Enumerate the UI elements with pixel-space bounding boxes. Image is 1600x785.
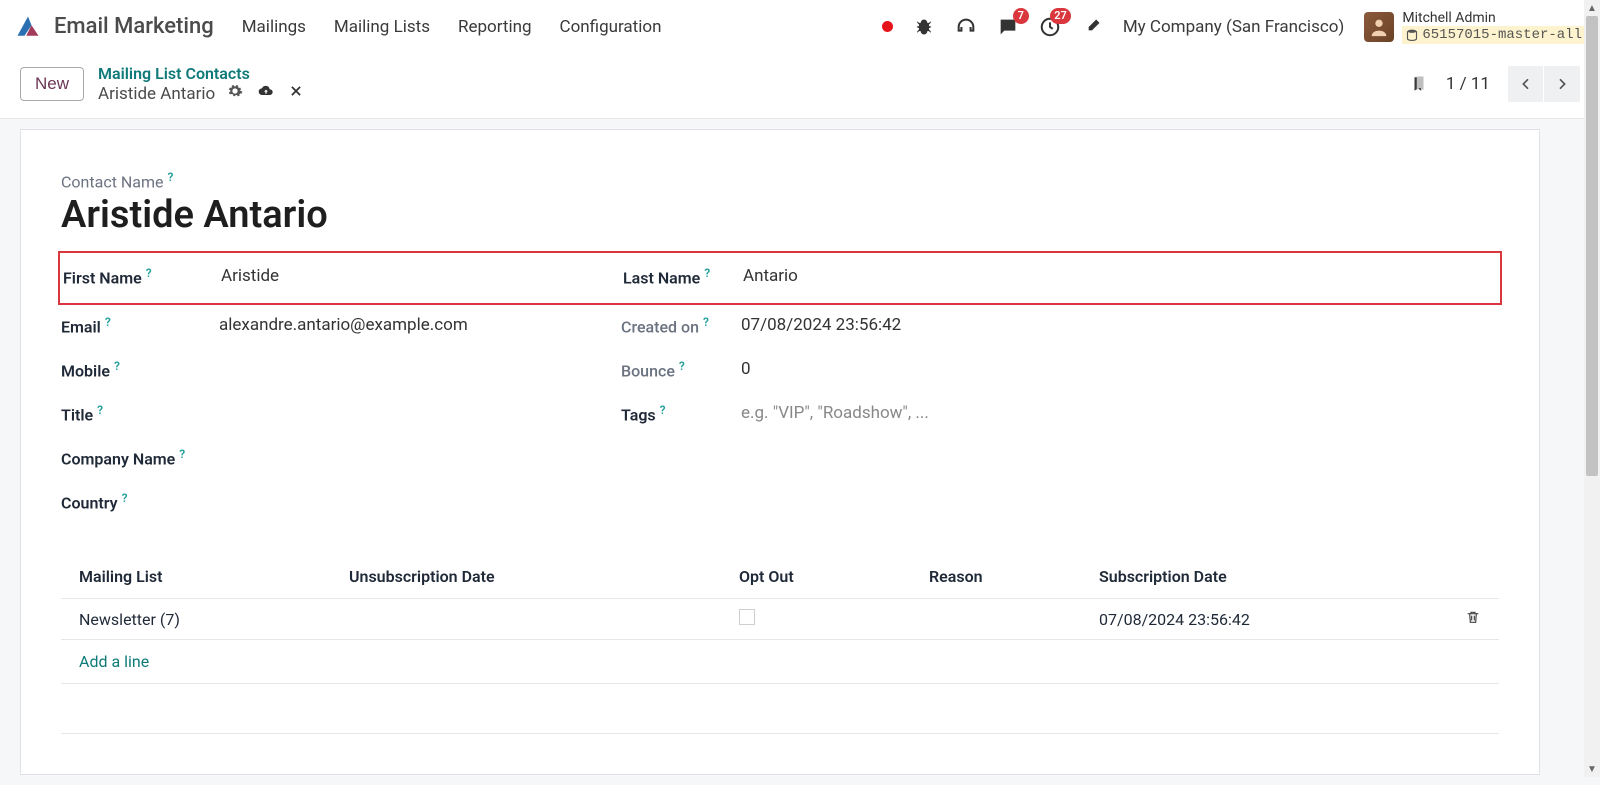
scrollbar-thumb[interactable] bbox=[1586, 16, 1598, 476]
first-name-field[interactable]: Aristide bbox=[221, 266, 593, 286]
help-icon[interactable]: ? bbox=[660, 403, 666, 417]
breadcrumb-parent[interactable]: Mailing List Contacts bbox=[98, 64, 303, 83]
breadcrumb-current: Aristide Antario bbox=[98, 84, 215, 104]
topbar: Email Marketing Mailings Mailing Lists R… bbox=[0, 0, 1600, 54]
support-icon[interactable] bbox=[955, 16, 977, 38]
cloud-upload-icon[interactable] bbox=[257, 83, 275, 104]
activities-icon[interactable]: 27 bbox=[1039, 16, 1061, 38]
avatar bbox=[1364, 12, 1394, 42]
scroll-down-icon[interactable]: ▼ bbox=[1584, 761, 1600, 777]
mobile-label: Mobile bbox=[61, 362, 110, 381]
pager-next-button[interactable] bbox=[1544, 66, 1580, 102]
help-icon[interactable]: ? bbox=[122, 491, 128, 505]
contact-name-field[interactable]: Aristide Antario bbox=[61, 193, 1499, 237]
messages-icon[interactable]: 7 bbox=[997, 16, 1019, 38]
cell-subscription-date[interactable]: 07/08/2024 23:56:42 bbox=[1099, 610, 1441, 629]
pager-text[interactable]: 1 / 11 bbox=[1446, 74, 1490, 94]
email-label: Email bbox=[61, 318, 101, 337]
discard-icon[interactable] bbox=[289, 83, 303, 104]
main-menu: Mailings Mailing Lists Reporting Configu… bbox=[242, 17, 662, 37]
gear-icon[interactable] bbox=[227, 83, 243, 104]
help-icon[interactable]: ? bbox=[679, 359, 685, 373]
help-icon[interactable]: ? bbox=[146, 266, 152, 280]
cell-mailing-list[interactable]: Newsletter (7) bbox=[79, 610, 349, 629]
contact-name-label: Contact Name bbox=[61, 172, 164, 191]
vertical-scrollbar[interactable]: ▲ ▼ bbox=[1584, 0, 1600, 777]
messages-badge: 7 bbox=[1013, 8, 1029, 24]
last-name-field[interactable]: Antario bbox=[743, 266, 1113, 286]
tags-field[interactable]: e.g. "VIP", "Roadshow", ... bbox=[741, 403, 1111, 423]
th-opt-out: Opt Out bbox=[739, 567, 929, 586]
first-name-label: First Name bbox=[63, 269, 142, 288]
company-name-label: Company Name bbox=[61, 450, 175, 469]
help-icon[interactable]: ? bbox=[168, 170, 174, 184]
created-on-label: Created on bbox=[621, 318, 699, 337]
topbar-right: 7 27 My Company (San Francisco) Mitchell… bbox=[882, 10, 1586, 44]
app-logo-icon[interactable] bbox=[14, 13, 42, 41]
form-sheet-wrap: Contact Name? Aristide Antario First Nam… bbox=[0, 118, 1600, 785]
th-mailing-list: Mailing List bbox=[79, 567, 349, 586]
bounce-field[interactable]: 0 bbox=[741, 359, 1111, 379]
help-icon[interactable]: ? bbox=[97, 403, 103, 417]
created-on-field: 07/08/2024 23:56:42 bbox=[741, 315, 1111, 335]
scroll-up-icon[interactable]: ▲ bbox=[1584, 0, 1600, 16]
company-selector[interactable]: My Company (San Francisco) bbox=[1123, 17, 1345, 37]
help-icon[interactable]: ? bbox=[179, 447, 185, 461]
last-name-label: Last Name bbox=[623, 269, 700, 288]
th-subscription-date: Subscription Date bbox=[1099, 567, 1441, 586]
recording-indicator-icon[interactable] bbox=[882, 21, 893, 32]
app-title[interactable]: Email Marketing bbox=[54, 14, 214, 39]
form-sheet: Contact Name? Aristide Antario First Nam… bbox=[20, 129, 1540, 775]
menu-reporting[interactable]: Reporting bbox=[458, 17, 532, 37]
row-delete-button[interactable] bbox=[1441, 609, 1481, 629]
table-header: Mailing List Unsubscription Date Opt Out… bbox=[61, 555, 1499, 599]
menu-mailing-lists[interactable]: Mailing Lists bbox=[334, 17, 430, 37]
help-icon[interactable]: ? bbox=[105, 315, 111, 329]
menu-configuration[interactable]: Configuration bbox=[560, 17, 662, 37]
email-field[interactable]: alexandre.antario@example.com bbox=[219, 315, 591, 335]
tools-icon[interactable] bbox=[1081, 16, 1103, 38]
subscriptions-table: Mailing List Unsubscription Date Opt Out… bbox=[61, 555, 1499, 734]
help-icon[interactable]: ? bbox=[114, 359, 120, 373]
user-menu[interactable]: Mitchell Admin 65157015-master-all bbox=[1364, 10, 1586, 44]
th-unsubscription-date: Unsubscription Date bbox=[349, 567, 739, 586]
help-icon[interactable]: ? bbox=[704, 266, 710, 280]
table-row[interactable]: Newsletter (7) 07/08/2024 23:56:42 bbox=[61, 599, 1499, 640]
tags-label: Tags bbox=[621, 406, 656, 425]
database-name: 65157015-master-all bbox=[1402, 26, 1586, 44]
add-line-button[interactable]: Add a line bbox=[61, 640, 1499, 684]
user-name: Mitchell Admin bbox=[1402, 10, 1586, 26]
name-fields-highlight: First Name? Aristide Last Name? Antario bbox=[58, 251, 1502, 305]
pager-prev-button[interactable] bbox=[1508, 66, 1544, 102]
country-label: Country bbox=[61, 494, 118, 513]
bounce-label: Bounce bbox=[621, 362, 675, 381]
bug-icon[interactable] bbox=[913, 16, 935, 38]
help-icon[interactable]: ? bbox=[703, 315, 709, 329]
cell-opt-out[interactable] bbox=[739, 609, 929, 629]
title-label: Title bbox=[61, 406, 93, 425]
menu-mailings[interactable]: Mailings bbox=[242, 17, 306, 37]
th-reason: Reason bbox=[929, 567, 1099, 586]
activities-badge: 27 bbox=[1050, 8, 1071, 24]
control-bar: New Mailing List Contacts Aristide Antar… bbox=[0, 54, 1600, 118]
opt-out-checkbox[interactable] bbox=[739, 609, 755, 625]
bookmark-icon[interactable] bbox=[1410, 73, 1428, 95]
new-button[interactable]: New bbox=[20, 67, 84, 101]
